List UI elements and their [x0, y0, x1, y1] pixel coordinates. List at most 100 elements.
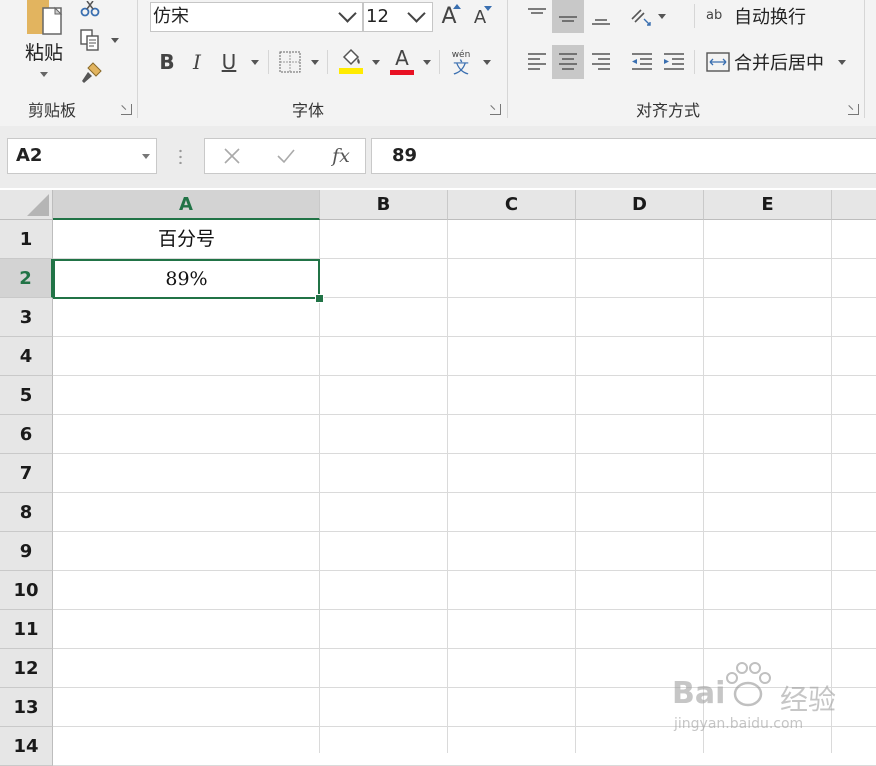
enter-button[interactable]: [273, 143, 299, 169]
font-name-value: 仿宋: [153, 6, 189, 27]
cut-button[interactable]: [78, 0, 102, 18]
row-header-5[interactable]: 5: [0, 376, 53, 415]
borders-icon: [279, 51, 301, 73]
column-header-a[interactable]: A: [53, 190, 320, 220]
font-size-value: 12: [366, 6, 389, 27]
phonetic-dropdown-icon[interactable]: [483, 60, 491, 65]
format-painter-button[interactable]: [78, 60, 104, 86]
font-color-button[interactable]: A: [388, 46, 416, 76]
row-header-1[interactable]: 1: [0, 220, 53, 259]
row-header-2[interactable]: 2: [0, 259, 53, 298]
merge-center-icon: [706, 52, 730, 72]
row-header-12[interactable]: 12: [0, 649, 53, 688]
font-dialog-launcher-icon[interactable]: [490, 104, 501, 115]
scissors-icon: [80, 1, 100, 17]
name-box-dropdown-icon[interactable]: [142, 154, 150, 159]
top-align-button[interactable]: [522, 0, 552, 30]
row-header-4[interactable]: 4: [0, 337, 53, 376]
paste-label: 粘贴: [24, 42, 63, 64]
paste-button[interactable]: 粘贴: [18, 0, 70, 88]
row-gridline: [53, 453, 876, 454]
clipboard-dialog-launcher-icon[interactable]: [121, 104, 132, 115]
row-header-13[interactable]: 13: [0, 688, 53, 727]
shrink-font-button[interactable]: A: [468, 4, 492, 30]
row-gridline: [53, 570, 876, 571]
font-size-chevron-icon[interactable]: [407, 4, 426, 23]
fill-color-button[interactable]: [337, 46, 365, 76]
orientation-button[interactable]: [628, 2, 654, 30]
merge-center-label: 合并后居中: [734, 53, 824, 74]
decrease-indent-button[interactable]: [627, 46, 657, 78]
middle-align-button[interactable]: [552, 0, 584, 33]
font-color-icon: A: [395, 45, 409, 70]
formula-input[interactable]: 89: [371, 138, 876, 174]
active-cell-border: [53, 259, 320, 299]
paint-bucket-icon: [339, 48, 363, 74]
row-header-14[interactable]: 14: [0, 727, 53, 766]
underline-icon: U: [221, 50, 237, 74]
row-gridline: [53, 375, 876, 376]
select-all-button[interactable]: [0, 190, 53, 220]
underline-dropdown-icon[interactable]: [251, 60, 259, 65]
italic-button[interactable]: I: [184, 48, 210, 76]
font-color-dropdown-icon[interactable]: [423, 60, 431, 65]
bold-button[interactable]: B: [154, 48, 180, 76]
paste-dropdown-icon[interactable]: [40, 72, 48, 77]
align-center-button[interactable]: [552, 45, 584, 79]
copy-dropdown-icon[interactable]: [111, 38, 119, 43]
row-header-7[interactable]: 7: [0, 454, 53, 493]
column-header-b[interactable]: B: [320, 190, 448, 220]
font-name-combobox[interactable]: 仿宋: [150, 2, 363, 32]
merge-center-dropdown-icon[interactable]: [838, 60, 846, 65]
copy-icon: [80, 29, 99, 51]
fill-color-swatch: [339, 68, 363, 74]
insert-function-button[interactable]: fx: [325, 142, 357, 170]
align-left-button[interactable]: [522, 46, 552, 78]
column-gridline: [575, 220, 576, 753]
grow-font-button[interactable]: A: [437, 2, 461, 30]
cell-a1[interactable]: 百分号: [53, 220, 320, 259]
merge-center-button[interactable]: 合并后居中: [706, 47, 832, 77]
formula-bar-grip-icon[interactable]: [179, 148, 182, 164]
align-right-button[interactable]: [586, 46, 616, 78]
row-header-6[interactable]: 6: [0, 415, 53, 454]
format-painter-icon: [82, 62, 102, 83]
decrease-indent-icon: [632, 53, 652, 70]
row-gridline: [53, 336, 876, 337]
phonetic-button[interactable]: wén 文: [447, 48, 475, 78]
bold-icon: B: [159, 50, 175, 74]
row-header-9[interactable]: 9: [0, 532, 53, 571]
row-header-11[interactable]: 11: [0, 610, 53, 649]
clipboard-group-label: 剪贴板: [28, 101, 77, 120]
column-header-e[interactable]: E: [704, 190, 832, 220]
bottom-align-button[interactable]: [586, 0, 616, 30]
row-gridline: [53, 531, 876, 532]
align-right-icon: [592, 53, 610, 70]
wrap-text-button[interactable]: ab 自动换行: [706, 2, 816, 30]
column-header-c[interactable]: C: [448, 190, 576, 220]
fx-icon: fx: [332, 145, 350, 167]
fill-handle[interactable]: [315, 294, 324, 303]
font-name-chevron-icon[interactable]: [338, 4, 357, 23]
name-box[interactable]: A2: [7, 138, 157, 174]
watermark: Bai 经验 jingyan.baidu.com: [672, 660, 872, 740]
alignment-group-label: 对齐方式: [636, 101, 701, 120]
borders-button[interactable]: [277, 48, 303, 76]
copy-button[interactable]: [78, 27, 102, 53]
cancel-button[interactable]: [219, 143, 245, 169]
orientation-dropdown-icon[interactable]: [658, 14, 666, 19]
font-size-combobox[interactable]: 12: [363, 2, 433, 32]
row-header-10[interactable]: 10: [0, 571, 53, 610]
font-divider: [268, 50, 269, 74]
name-box-value: A2: [16, 145, 43, 166]
column-header-d[interactable]: D: [576, 190, 704, 220]
row-header-3[interactable]: 3: [0, 298, 53, 337]
alignment-dialog-launcher-icon[interactable]: [848, 104, 859, 115]
underline-button[interactable]: U: [216, 48, 242, 76]
increase-indent-button[interactable]: [659, 46, 689, 78]
phonetic-icon: 文: [452, 58, 469, 77]
row-header-8[interactable]: 8: [0, 493, 53, 532]
borders-dropdown-icon[interactable]: [311, 60, 319, 65]
fill-color-dropdown-icon[interactable]: [372, 60, 380, 65]
row-gridline: [53, 492, 876, 493]
